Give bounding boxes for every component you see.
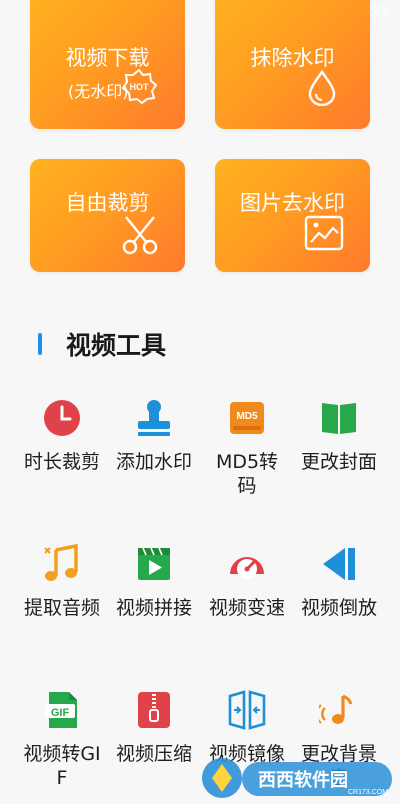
- tool-label: 更改封面: [300, 451, 377, 473]
- music-dots-icon: [319, 694, 353, 724]
- watermark-sub: CR173.COM: [348, 789, 388, 796]
- stamp-icon: [138, 400, 170, 436]
- card-title: 自由裁剪: [65, 191, 150, 215]
- svg-text:MD5: MD5: [236, 411, 258, 422]
- image-icon: [304, 215, 344, 251]
- tool-label: 提取音频: [23, 597, 100, 619]
- section-accent-bar: [38, 333, 42, 355]
- hot-badge-icon: HOT: [121, 68, 158, 104]
- gif-file-icon: GIF: [45, 692, 77, 728]
- card-remove-watermark[interactable]: 抹除水印: [215, 0, 370, 129]
- mirror-icon: [228, 690, 266, 730]
- card-free-crop[interactable]: 自由裁剪: [30, 159, 185, 272]
- tool-label: 视频拼接: [115, 597, 192, 619]
- tool-label: 添加水印: [115, 451, 192, 473]
- md5-drive-icon: MD5: [230, 402, 264, 434]
- tool-label: 视频转GIF: [23, 743, 101, 789]
- tool-label: 时长裁剪: [23, 451, 100, 473]
- card-video-download[interactable]: 视频下载 (无水印) HOT: [30, 0, 185, 129]
- card-title: 视频下载: [65, 46, 150, 70]
- rewind-icon: [323, 548, 355, 580]
- tool-label: 视频压缩: [115, 743, 192, 765]
- speedometer-icon: [230, 556, 264, 579]
- tool-label: MD5转码: [215, 451, 279, 497]
- card-image-remove-watermark[interactable]: 图片去水印: [215, 159, 370, 272]
- clock-icon: [44, 400, 80, 436]
- site-watermark-logo: 西西软件园 CR173.COM: [198, 748, 400, 800]
- music-note-icon: [44, 544, 78, 581]
- card-title: 图片去水印: [240, 191, 345, 215]
- water-drop-icon: [308, 70, 336, 106]
- svg-text:HOT: HOT: [130, 82, 150, 92]
- section-title: 视频工具: [66, 331, 167, 360]
- tool-label: 视频变速: [208, 597, 285, 619]
- watermark-text: 西西软件园: [258, 769, 348, 791]
- video-frame-icon: [138, 547, 170, 580]
- card-title: 抹除水印: [250, 46, 335, 70]
- tool-label: 视频倒放: [300, 597, 377, 619]
- section-header: 视频工具: [38, 326, 166, 362]
- svg-text:GIF: GIF: [51, 707, 70, 719]
- zip-icon: [138, 692, 170, 728]
- book-icon: [322, 403, 356, 434]
- scissors-icon: [122, 216, 158, 255]
